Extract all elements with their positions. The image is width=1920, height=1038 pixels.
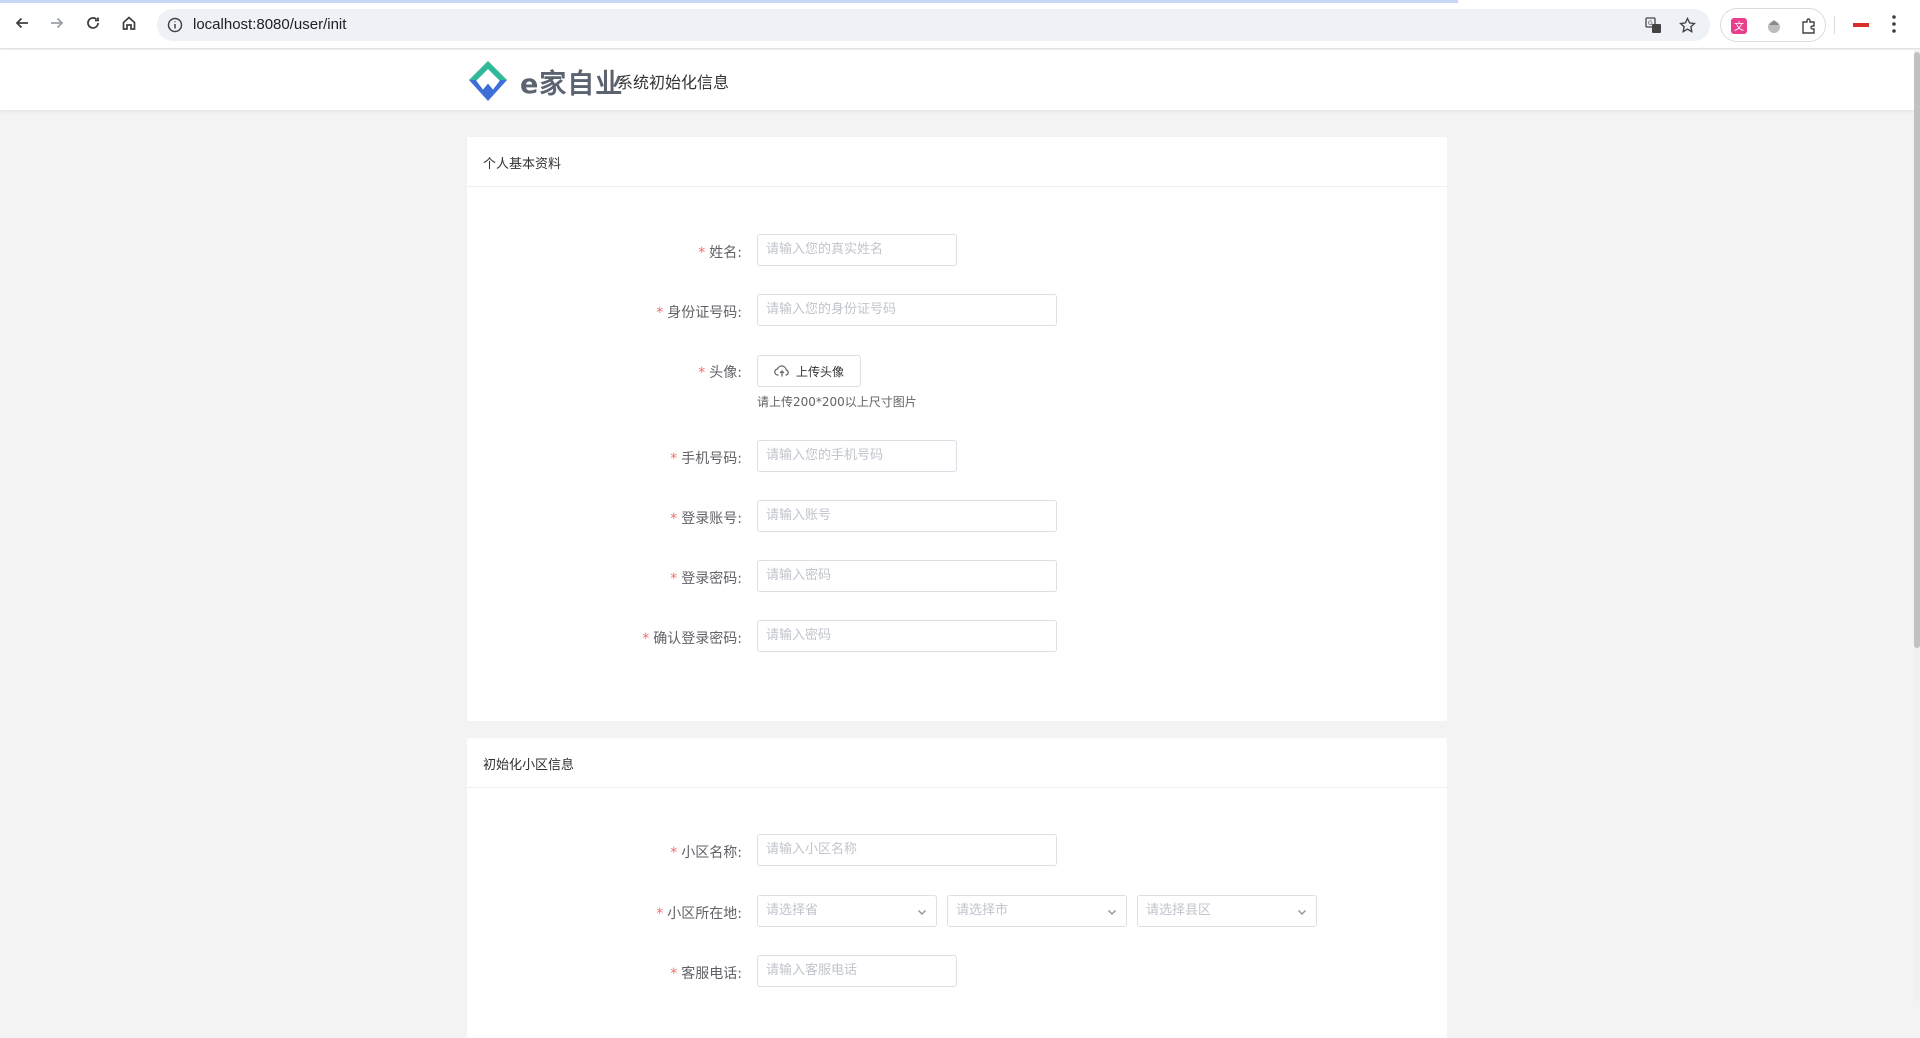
id-card-label-text: 身份证号码: (667, 305, 742, 321)
required-mark: * (698, 245, 706, 261)
bookmark-star-icon[interactable] (1679, 17, 1696, 34)
required-mark: * (670, 511, 678, 527)
page-scrollbar-thumb[interactable] (1914, 52, 1920, 648)
service-phone-label: * 客服电话: (670, 963, 742, 983)
extension-hat-icon[interactable] (1765, 17, 1783, 35)
confirm-password-input[interactable]: 请输入密码 (757, 620, 1057, 652)
menu-icon[interactable] (1891, 14, 1897, 34)
upload-avatar-button[interactable]: 上传头像 (757, 355, 861, 387)
location-label-text: 小区所在地: (667, 906, 742, 922)
avatar-label-text: 头像: (709, 365, 742, 381)
reload-icon[interactable] (82, 12, 104, 34)
province-placeholder: 请选择省 (766, 903, 819, 918)
page-load-progress (0, 0, 1458, 3)
required-mark: * (670, 451, 678, 467)
account-label-text: 登录账号: (681, 511, 742, 527)
phone-label-text: 手机号码: (681, 451, 742, 467)
chevron-down-icon (918, 910, 926, 915)
avatar-label: * 头像: (698, 362, 742, 382)
required-mark: * (698, 365, 706, 381)
password-label-text: 登录密码: (681, 571, 742, 587)
password-input[interactable]: 请输入密码 (757, 560, 1057, 592)
home-icon[interactable] (118, 12, 140, 34)
phone-input[interactable]: 请输入您的手机号码 (757, 440, 957, 472)
required-mark: * (670, 845, 678, 861)
logo-icon[interactable] (466, 59, 510, 103)
id-card-input[interactable]: 请输入您的身份证号码 (757, 294, 1057, 326)
upload-avatar-label: 上传头像 (795, 364, 844, 379)
extension-translate-icon[interactable]: 文 (1730, 17, 1748, 35)
name-label-text: 姓名: (709, 245, 742, 261)
url-text[interactable]: localhost:8080/user/init (193, 16, 346, 33)
city-placeholder: 请选择市 (956, 903, 1009, 918)
browser-toolbar: localhost:8080/user/init G 文 (0, 0, 1920, 49)
personal-info-title: 个人基本资料 (467, 137, 1447, 187)
translate-icon[interactable]: G (1645, 17, 1662, 34)
personal-info-card: 个人基本资料 * 姓名: 请输入您的真实姓名 * 身份证号码: 请输入您的身份证号码… (467, 137, 1447, 721)
community-name-label-text: 小区名称: (681, 845, 742, 861)
chevron-down-icon (1108, 910, 1116, 915)
password-label: * 登录密码: (670, 568, 742, 588)
back-icon[interactable] (11, 12, 33, 34)
puzzle-icon[interactable] (1800, 17, 1818, 35)
profile-flag-icon[interactable] (1853, 23, 1869, 27)
toolbar-divider (1834, 16, 1835, 34)
account-label: * 登录账号: (670, 508, 742, 528)
upload-cloud-icon (774, 365, 789, 377)
community-name-input[interactable]: 请输入小区名称 (757, 834, 1057, 866)
avatar-size-tip: 请上传200*200以上尺寸图片 (757, 395, 917, 409)
required-mark: * (670, 571, 678, 587)
required-mark: * (670, 966, 678, 982)
name-input[interactable]: 请输入您的真实姓名 (757, 234, 957, 266)
province-select[interactable]: 请选择省 (757, 895, 937, 927)
account-input[interactable]: 请输入账号 (757, 500, 1057, 532)
community-info-title: 初始化小区信息 (467, 738, 1447, 788)
required-mark: * (642, 631, 650, 647)
service-phone-label-text: 客服电话: (681, 966, 742, 982)
page-subtitle: 系统初始化信息 (617, 73, 730, 92)
svg-text:文: 文 (1734, 20, 1744, 33)
required-mark: * (656, 906, 664, 922)
city-select[interactable]: 请选择市 (947, 895, 1127, 927)
logo-text: e家自业 (520, 69, 624, 100)
extensions-group: 文 (1720, 8, 1826, 42)
confirm-password-label-text: 确认登录密码: (653, 631, 742, 647)
confirm-password-label: * 确认登录密码: (642, 628, 742, 648)
district-placeholder: 请选择县区 (1146, 903, 1212, 918)
app-header: e家自业 系统初始化信息 (0, 50, 1918, 110)
phone-label: * 手机号码: (670, 448, 742, 468)
community-info-card: 初始化小区信息 * 小区名称: 请输入小区名称 * 小区所在地: 请选择省 请选择市… (467, 738, 1447, 1038)
forward-icon[interactable] (46, 12, 68, 34)
community-name-label: * 小区名称: (670, 842, 742, 862)
location-label: * 小区所在地: (656, 903, 742, 923)
id-card-label: * 身份证号码: (656, 302, 742, 322)
chevron-down-icon (1298, 910, 1306, 915)
required-mark: * (656, 305, 664, 321)
address-bar[interactable]: localhost:8080/user/init G (157, 9, 1710, 41)
site-info-icon[interactable] (167, 17, 183, 33)
district-select[interactable]: 请选择县区 (1137, 895, 1317, 927)
svg-text:G: G (1648, 20, 1653, 27)
name-label: * 姓名: (698, 242, 742, 262)
service-phone-input[interactable]: 请输入客服电话 (757, 955, 957, 987)
